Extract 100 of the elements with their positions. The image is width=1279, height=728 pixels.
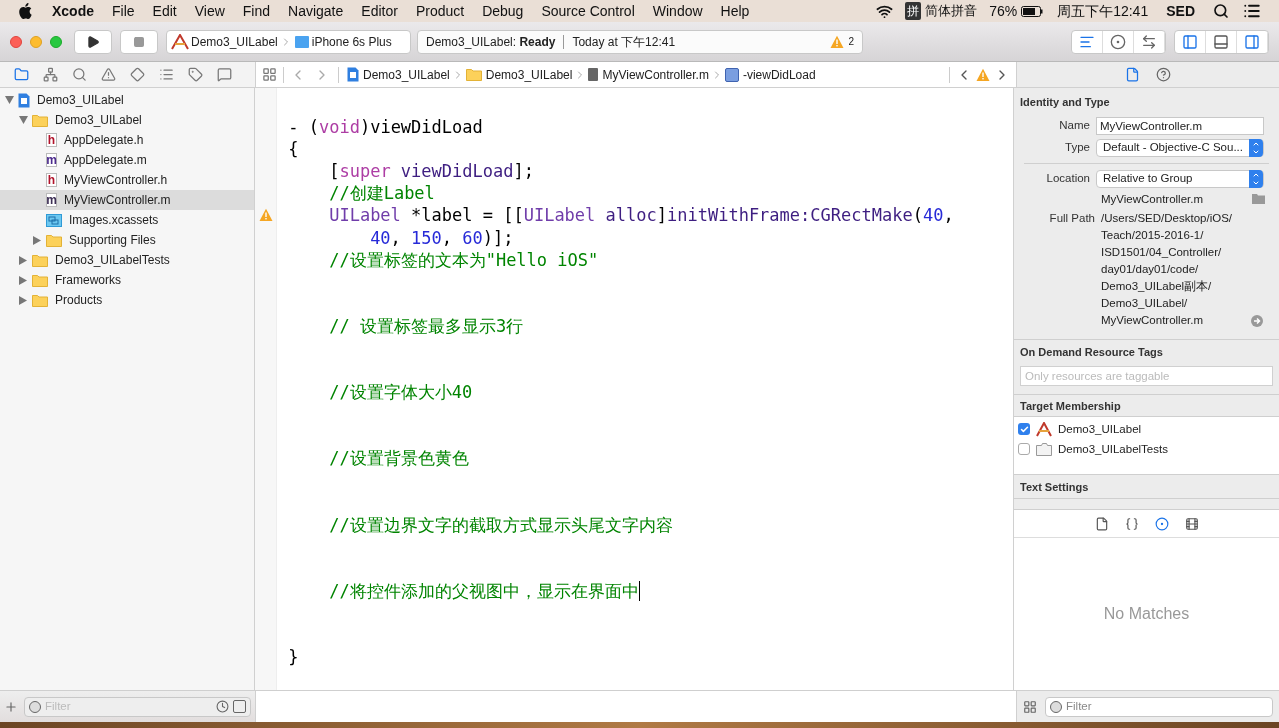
folder-icon[interactable] <box>1252 194 1265 205</box>
file-name: Demo3_UILabel <box>55 112 142 129</box>
code-line: 40, 150, 60)]; <box>369 226 514 249</box>
run-button[interactable] <box>74 29 112 54</box>
name-field[interactable]: MyViewController.m <box>1096 116 1264 135</box>
disclosure-icon[interactable] <box>19 295 27 305</box>
menu-item[interactable]: View <box>194 0 225 22</box>
checkbox[interactable] <box>1018 443 1030 456</box>
navigator-row[interactable]: Images.xcassets <box>0 210 255 230</box>
menu-item[interactable]: File <box>112 0 135 22</box>
source-file-icon <box>588 68 599 81</box>
battery-icon[interactable] <box>1021 5 1044 17</box>
code-line: //设置标签的文本为"Hello iOS" <box>328 248 599 271</box>
jump-bar-item[interactable]: Demo3_UILabel <box>363 65 450 84</box>
menu-item[interactable]: Editor <box>361 0 398 22</box>
menu-clock[interactable]: 周五下午12:41 <box>1057 0 1149 22</box>
folder-icon <box>32 293 48 307</box>
jump-bar-item[interactable]: -viewDidLoad <box>742 65 816 84</box>
menu-item[interactable]: Window <box>652 0 703 22</box>
scheme-selector[interactable]: Demo3_UILabel iPhone 6s Plus <box>166 29 411 54</box>
folder-icon[interactable] <box>14 67 29 82</box>
apple-icon[interactable] <box>18 3 32 19</box>
asset-catalog-icon <box>46 213 62 227</box>
warning-icon[interactable] <box>101 67 116 82</box>
warning-icon <box>976 67 990 82</box>
navigator-row[interactable]: Demo3_UILabel <box>0 110 255 130</box>
navigator-row[interactable]: Demo3_UILabel <box>0 90 255 110</box>
zoom-window-button[interactable] <box>50 35 62 48</box>
tags-field[interactable]: Only resources are taggable <box>1020 366 1273 387</box>
input-source-icon[interactable]: 拼 <box>905 2 922 20</box>
input-method[interactable]: 简体拼音 <box>925 1 978 21</box>
tag-icon[interactable] <box>188 67 203 82</box>
file-inspector-icon[interactable] <box>1125 67 1140 82</box>
target-name: Demo3_UILabelTests <box>1058 441 1168 457</box>
navigator-row[interactable]: h AppDelegate.h <box>0 130 255 150</box>
warning-count[interactable]: 2 <box>848 34 854 49</box>
list-icon[interactable] <box>159 67 174 82</box>
field-label: Type <box>1064 139 1091 155</box>
menu-item[interactable]: Edit <box>152 0 177 22</box>
menu-item[interactable]: Navigate <box>288 0 344 22</box>
warning-icon <box>830 34 845 49</box>
stepper-icon <box>1249 169 1263 188</box>
code-line: - (void)viewDidLoad <box>288 116 483 139</box>
disclosure-icon[interactable] <box>19 255 27 265</box>
related-items-icon[interactable] <box>262 67 277 82</box>
stop-button[interactable] <box>120 29 158 54</box>
disclosure-icon[interactable] <box>18 116 28 124</box>
file-template-icon[interactable] <box>1094 516 1109 531</box>
source-file-icon: h <box>46 133 57 147</box>
hierarchy-icon[interactable] <box>43 67 58 82</box>
folder-icon <box>46 233 62 247</box>
close-window-button[interactable] <box>10 35 22 48</box>
disclosure-icon[interactable] <box>33 235 41 245</box>
panel-layout-icon <box>1213 33 1229 50</box>
menu-list-icon[interactable] <box>1243 2 1261 20</box>
navigator-row[interactable]: m AppDelegate.m <box>0 150 255 170</box>
jump-bar-item[interactable]: MyViewController.m <box>602 65 709 84</box>
help-icon[interactable] <box>1156 67 1171 82</box>
grid-view-icon[interactable] <box>1023 699 1037 714</box>
scm-filter-icon[interactable] <box>233 700 246 713</box>
field-label: Location <box>1045 170 1091 186</box>
braces-icon[interactable] <box>1124 516 1139 531</box>
add-icon[interactable] <box>4 699 18 714</box>
menu-item[interactable]: Source Control <box>541 0 635 22</box>
clock-icon[interactable] <box>216 700 229 713</box>
speech-bubble-icon[interactable] <box>217 67 232 82</box>
user-name[interactable]: SED <box>1166 0 1195 22</box>
type-dropdown[interactable]: Default - Objective-C Sou... <box>1096 138 1264 157</box>
diamond-icon[interactable] <box>130 67 145 82</box>
navigator-row[interactable]: Demo3_UILabelTests <box>0 250 255 270</box>
source-file-icon: m <box>46 153 57 167</box>
search-icon[interactable] <box>1213 3 1229 19</box>
filter-field[interactable]: Filter <box>1045 696 1273 717</box>
menu-item[interactable]: Help <box>720 0 750 22</box>
jump-bar-item[interactable]: Demo3_UILabel <box>485 65 573 84</box>
folder-icon <box>32 253 48 267</box>
panel-toggle-control[interactable] <box>1174 29 1269 54</box>
navigator-row[interactable]: m MyViewController.m <box>0 190 255 210</box>
disclosure-icon[interactable] <box>4 96 14 104</box>
folder-icon <box>32 273 48 287</box>
navigator-row[interactable]: Products <box>0 290 255 310</box>
menu-item[interactable]: Debug <box>482 0 524 22</box>
code-line: //创建Label <box>328 182 435 205</box>
checkbox[interactable] <box>1018 423 1030 436</box>
navigator-row[interactable]: h MyViewController.h <box>0 170 255 190</box>
reveal-arrow-icon[interactable] <box>1251 314 1263 327</box>
target-name: Demo3_UILabel <box>1058 421 1142 437</box>
editor-mode-control[interactable] <box>1071 29 1166 54</box>
navigator-row[interactable]: Frameworks <box>0 270 255 290</box>
navigator-row[interactable]: Supporting Files <box>0 230 255 250</box>
object-icon[interactable] <box>1154 516 1169 531</box>
folder-icon <box>32 113 48 127</box>
menu-item[interactable]: Product <box>415 0 465 22</box>
menu-item[interactable]: Find <box>242 0 271 22</box>
film-icon[interactable] <box>1184 516 1199 531</box>
disclosure-icon[interactable] <box>19 275 27 285</box>
location-dropdown[interactable]: Relative to Group <box>1096 169 1264 188</box>
arrows-icon <box>1141 33 1157 50</box>
menu-item[interactable]: Xcode <box>52 0 94 22</box>
file-name: Demo3_UILabelTests <box>55 252 170 269</box>
